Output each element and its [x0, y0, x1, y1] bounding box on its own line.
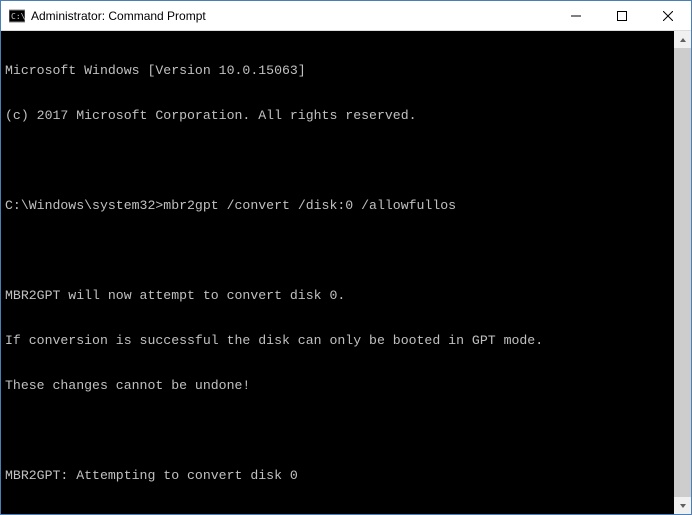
scroll-up-button[interactable]	[674, 31, 691, 48]
terminal-line: MBR2GPT will now attempt to convert disk…	[5, 288, 687, 303]
maximize-button[interactable]	[599, 1, 645, 30]
blank-line	[5, 153, 687, 168]
terminal[interactable]: Microsoft Windows [Version 10.0.15063] (…	[1, 31, 691, 514]
terminal-line: MBR2GPT: Retrieving layout of disk	[5, 513, 687, 514]
prompt-text: C:\Windows\system32>	[5, 198, 163, 213]
minimize-button[interactable]	[553, 1, 599, 30]
titlebar: C:\ Administrator: Command Prompt	[1, 1, 691, 31]
svg-text:C:\: C:\	[11, 12, 25, 21]
terminal-line: These changes cannot be undone!	[5, 378, 687, 393]
terminal-line: (c) 2017 Microsoft Corporation. All righ…	[5, 108, 687, 123]
cmd-icon: C:\	[9, 8, 25, 24]
scrollbar-thumb[interactable]	[674, 48, 691, 497]
command-text: mbr2gpt /convert /disk:0 /allowfullos	[163, 198, 456, 213]
terminal-line: If conversion is successful the disk can…	[5, 333, 687, 348]
blank-line	[5, 243, 687, 258]
terminal-line: MBR2GPT: Attempting to convert disk 0	[5, 468, 687, 483]
scrollbar-track[interactable]	[674, 48, 691, 497]
blank-line	[5, 423, 687, 438]
close-button[interactable]	[645, 1, 691, 30]
terminal-line: Microsoft Windows [Version 10.0.15063]	[5, 63, 687, 78]
scrollbar[interactable]	[674, 31, 691, 514]
prompt-line: C:\Windows\system32>mbr2gpt /convert /di…	[5, 198, 687, 213]
window-controls	[553, 1, 691, 30]
scroll-down-button[interactable]	[674, 497, 691, 514]
terminal-content: Microsoft Windows [Version 10.0.15063] (…	[1, 31, 691, 514]
window-title: Administrator: Command Prompt	[31, 9, 553, 23]
